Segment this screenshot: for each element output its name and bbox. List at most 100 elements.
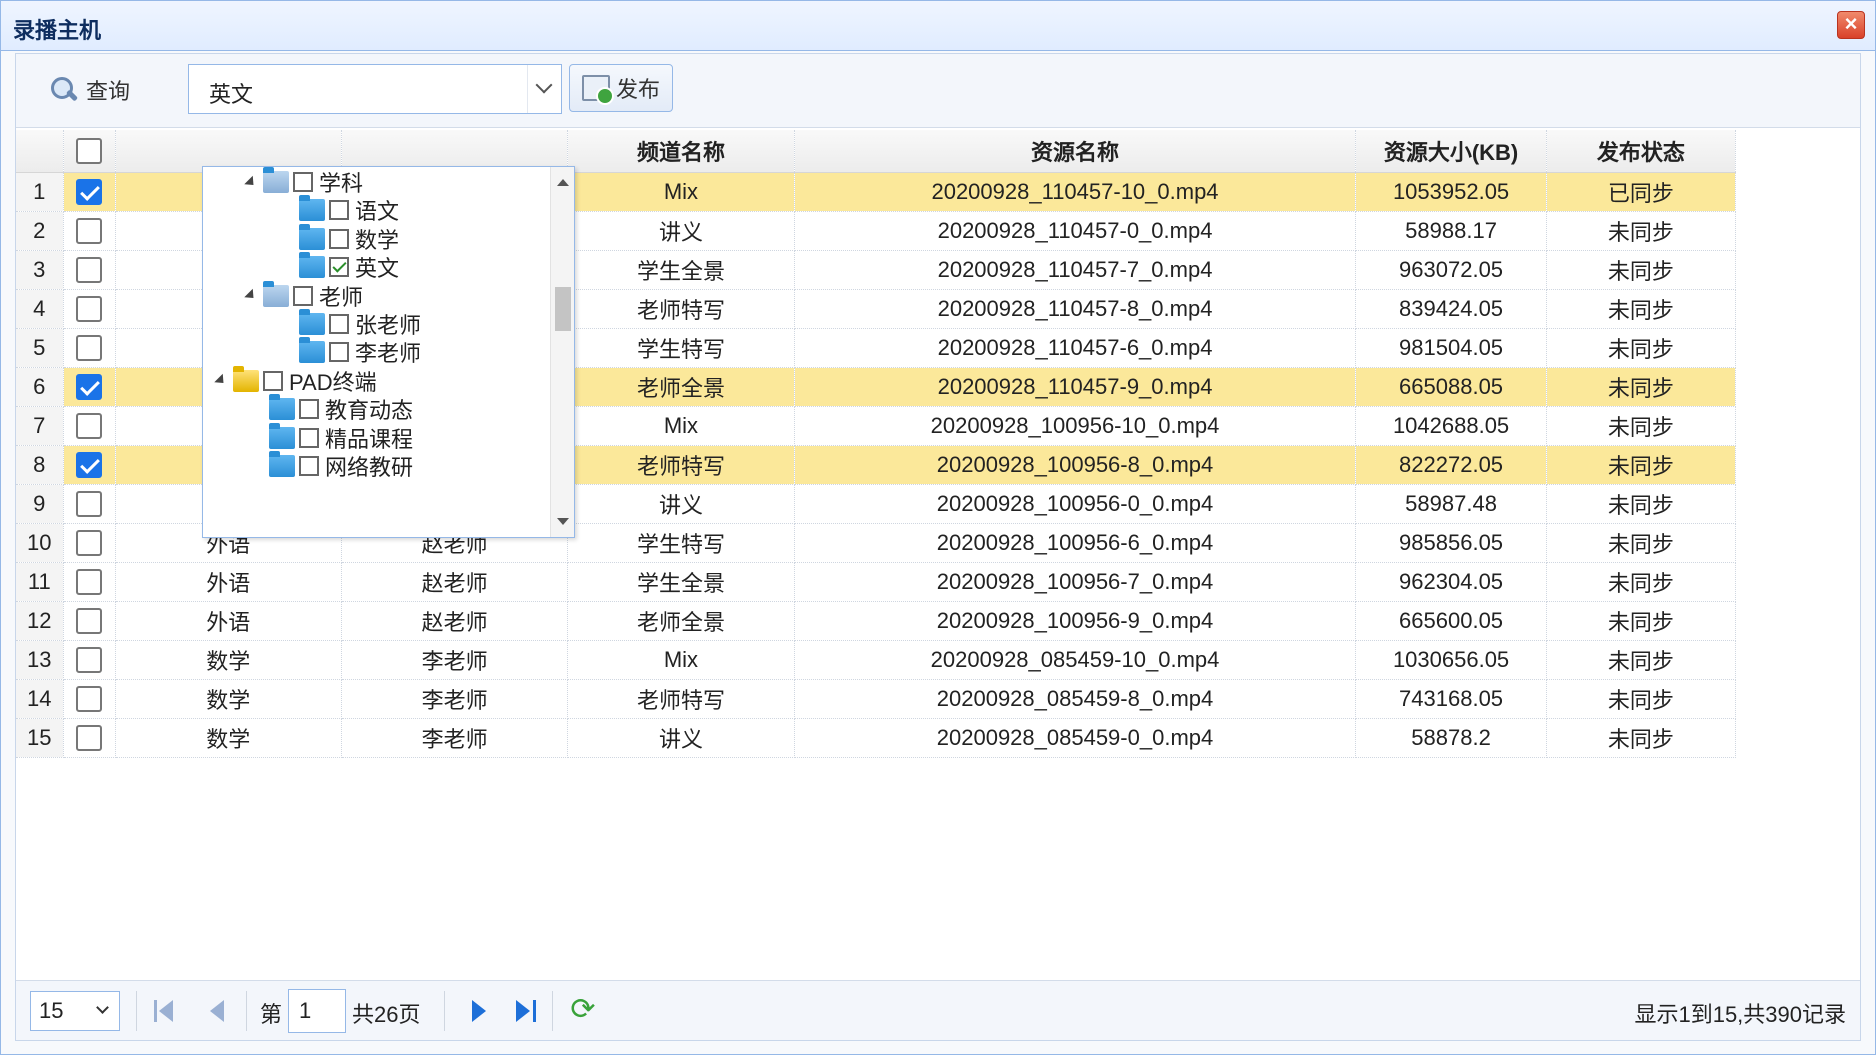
status-cell: 未同步 [1546,289,1737,329]
record-info: 显示1到15,共390记录 [1634,1002,1846,1027]
row-checkbox[interactable] [76,725,103,752]
row-number: 11 [16,562,64,602]
resource-cell: 20200928_100956-0_0.mp4 [794,484,1357,524]
size-cell: 963072.05 [1355,250,1547,290]
resource-cell: 20200928_110457-7_0.mp4 [794,250,1357,290]
folder-icon [299,252,325,279]
row-checkbox-cell [63,328,116,368]
row-checkbox[interactable] [76,491,103,518]
category-combobox[interactable]: 英文 [188,64,562,114]
table-row[interactable]: 12 外语 赵老师 老师全景 20200928_100956-9_0.mp4 665600… [16,601,1737,641]
row-checkbox[interactable] [76,530,103,557]
status-cell: 未同步 [1546,562,1737,602]
row-checkbox[interactable] [76,218,103,245]
subject-cell: 数学 [115,640,342,680]
search-icon [48,74,80,106]
row-checkbox-cell [63,640,116,680]
folder-icon [269,451,295,477]
row-number: 7 [16,406,64,446]
resource-cell: 20200928_110457-0_0.mp4 [794,211,1357,251]
next-page-icon [472,1000,486,1022]
row-checkbox[interactable] [76,569,103,596]
folder-icon [269,394,295,421]
scroll-down-icon[interactable] [557,518,569,525]
expand-toggle-icon[interactable] [244,175,258,189]
category-tree-dropdown: 学科 语文 数学 英文 老师 张老师 李老师 PAD终端 教育动态 精品课程 网络教研 [202,166,575,538]
close-button[interactable]: × [1837,11,1865,39]
scroll-up-icon[interactable] [557,179,569,186]
status-header[interactable]: 发布状态 [1546,130,1737,173]
row-checkbox[interactable] [76,686,103,713]
subject-cell: 外语 [115,562,342,602]
window-title: 录播主机 [13,18,102,43]
row-checkbox[interactable] [76,179,103,206]
teacher-cell: 赵老师 [341,562,569,602]
resource-cell: 20200928_100956-7_0.mp4 [794,562,1357,602]
tree-checkbox[interactable] [299,456,319,476]
status-cell: 未同步 [1546,367,1737,407]
chevron-down-icon[interactable] [527,65,561,113]
expand-toggle-icon[interactable] [214,374,228,388]
row-checkbox[interactable] [76,257,103,284]
row-checkbox[interactable] [76,608,103,635]
tree-checkbox[interactable] [299,427,319,448]
select-all-checkbox[interactable] [76,138,103,165]
channel-header[interactable]: 频道名称 [567,130,795,173]
resource-header[interactable]: 资源名称 [794,130,1357,173]
table-row[interactable]: 11 外语 赵老师 学生全景 20200928_100956-7_0.mp4 962304… [16,562,1737,602]
size-cell: 58988.17 [1355,211,1547,251]
row-checkbox[interactable] [76,413,103,440]
row-checkbox-cell [63,172,116,212]
tree-checkbox[interactable] [329,342,349,363]
status-cell: 未同步 [1546,601,1737,641]
table-row[interactable]: 13 数学 李老师 Mix 20200928_085459-10_0.mp4 103065… [16,640,1737,680]
prev-page-button[interactable] [204,997,232,1025]
pager-divider [444,991,445,1031]
refresh-icon[interactable]: ⟳ [566,993,600,1027]
last-page-button[interactable] [512,997,540,1025]
row-checkbox-cell [63,484,116,524]
first-page-button[interactable] [152,997,180,1025]
tree-checkbox[interactable] [329,200,349,221]
doc-folder-icon [263,167,289,193]
expand-toggle-icon[interactable] [244,288,258,303]
tree-checkbox[interactable] [329,314,349,334]
page-number-input[interactable]: 1 [288,989,346,1033]
size-cell: 962304.05 [1355,562,1547,602]
status-cell: 未同步 [1546,679,1737,719]
next-page-button[interactable] [464,997,492,1025]
size-cell: 822272.05 [1355,445,1547,485]
publish-button[interactable]: 发布 [569,64,673,112]
row-number: 1 [16,172,64,212]
tree-checkbox[interactable] [329,257,349,278]
table-row[interactable]: 15 数学 李老师 讲义 20200928_085459-0_0.mp4 58878.2 未… [16,718,1737,758]
row-checkbox-cell [63,250,116,290]
pager-divider [246,991,247,1031]
page-size-select[interactable]: 15 [30,991,120,1031]
tree-node[interactable]: 网络教研 [269,449,413,483]
subject-cell: 数学 [115,718,342,758]
row-checkbox-cell [63,523,116,563]
table-row[interactable]: 14 数学 李老师 老师特写 20200928_085459-8_0.mp4 743168… [16,679,1737,719]
scroll-thumb[interactable] [555,287,571,331]
tree-checkbox[interactable] [293,285,313,306]
tree-checkbox[interactable] [329,228,349,249]
resource-cell: 20200928_110457-9_0.mp4 [794,367,1357,407]
row-checkbox[interactable] [76,374,103,401]
row-number: 6 [16,367,64,407]
tree-checkbox[interactable] [299,399,319,420]
chevron-down-icon [96,1001,109,1014]
size-header[interactable]: 资源大小(KB) [1355,130,1547,173]
row-checkbox[interactable] [76,647,103,674]
tree-checkbox[interactable] [263,370,283,391]
size-cell: 665088.05 [1355,367,1547,407]
query-button[interactable]: 查询 [40,70,138,110]
row-checkbox[interactable] [76,296,103,323]
row-number: 14 [16,679,64,719]
tree-checkbox[interactable] [293,172,313,192]
publish-label: 发布 [615,77,660,102]
row-checkbox[interactable] [76,452,103,479]
tree-scrollbar[interactable] [550,167,574,537]
row-checkbox[interactable] [76,335,103,362]
page-size-value: 15 [39,998,64,1023]
